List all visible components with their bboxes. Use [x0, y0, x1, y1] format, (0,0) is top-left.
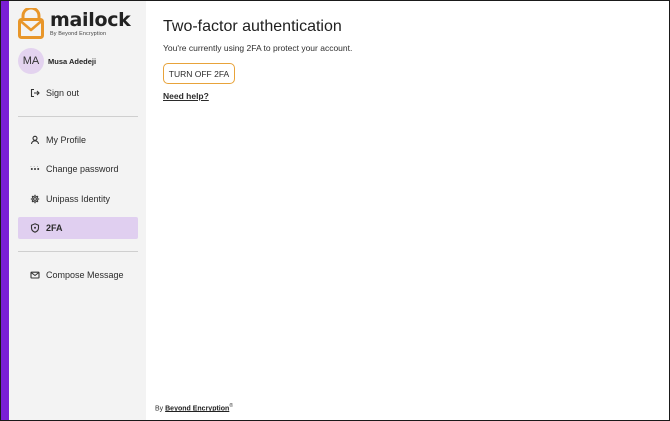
- divider: [18, 116, 138, 117]
- sidebar-item-label: Change password: [46, 164, 119, 174]
- page-title: Two-factor authentication: [163, 18, 342, 35]
- sidebar-item-label: Compose Message: [46, 270, 124, 280]
- sidebar-item-label: My Profile: [46, 135, 87, 145]
- sidebar-item-my-profile[interactable]: My Profile: [18, 129, 138, 151]
- accent-bar: [1, 1, 9, 420]
- shield-icon: [30, 223, 40, 233]
- logo[interactable]: mailock By Beyond Encryption: [18, 7, 131, 41]
- mail-icon: [30, 270, 40, 280]
- user-name: Musa Adedeji: [48, 56, 97, 66]
- gear-icon: [30, 194, 40, 204]
- app-window: mailock By Beyond Encryption MA Musa Ade…: [0, 0, 670, 421]
- avatar[interactable]: MA: [18, 48, 44, 74]
- sidebar-item-label: Unipass Identity: [46, 194, 111, 204]
- sidebar-item-2fa[interactable]: 2FA: [18, 217, 138, 239]
- page-description: You're currently using 2FA to protect yo…: [163, 43, 353, 53]
- password-dots-icon: [30, 164, 40, 174]
- sign-out-label: Sign out: [46, 88, 80, 98]
- user-icon: [30, 135, 40, 145]
- sidebar-item-compose-message[interactable]: Compose Message: [18, 264, 138, 286]
- sidebar-item-change-password[interactable]: Change password: [18, 158, 138, 180]
- footer-link[interactable]: Beyond Encryption: [165, 405, 229, 412]
- turn-off-2fa-button[interactable]: TURN OFF 2FA: [163, 63, 235, 84]
- footer: By Beyond Encryption®: [155, 403, 233, 412]
- divider: [18, 251, 138, 252]
- need-help-link[interactable]: Need help?: [163, 91, 209, 101]
- sidebar-item-unipass-identity[interactable]: Unipass Identity: [18, 188, 138, 210]
- footer-registered-mark: ®: [229, 403, 233, 409]
- sidebar-item-label: 2FA: [46, 223, 63, 233]
- user-info: MA Musa Adedeji: [18, 48, 96, 74]
- sidebar: mailock By Beyond Encryption MA Musa Ade…: [9, 1, 146, 420]
- main-content: Two-factor authentication You're current…: [146, 1, 669, 420]
- sign-out-icon: [30, 88, 40, 98]
- sign-out-button[interactable]: Sign out: [18, 82, 138, 104]
- footer-prefix: By: [155, 405, 164, 413]
- logo-tagline: By Beyond Encryption: [50, 30, 107, 37]
- logo-name: mailock: [50, 8, 131, 31]
- mailock-logo-icon: [18, 8, 44, 39]
